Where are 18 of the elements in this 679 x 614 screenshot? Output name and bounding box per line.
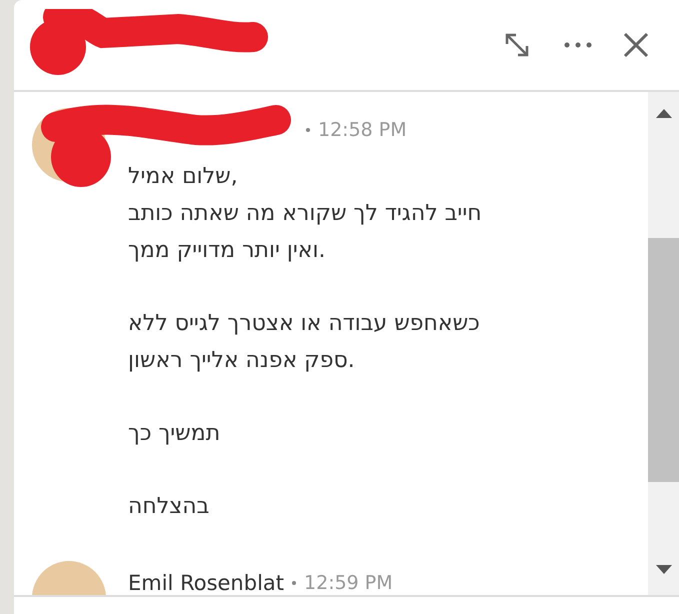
message-line: תמשיך כך xyxy=(128,421,220,446)
message-line: ואין יותר מדוייק ממך. xyxy=(128,238,326,263)
message-time: 12:58 PM xyxy=(318,119,407,141)
scrollbar[interactable] xyxy=(648,92,679,595)
separator-dot xyxy=(292,581,296,585)
scroll-up-icon[interactable] xyxy=(656,108,672,118)
more-icon xyxy=(563,41,593,49)
message-line: בהצלחה xyxy=(128,494,210,519)
message-line: חייב להגיד לך שקורא מה שאתה כותב xyxy=(128,201,482,226)
message-line: כשאחפש עבודה או אצטרך לגייס ללא xyxy=(128,311,480,336)
sender-name: Emil Rosenblat xyxy=(128,571,284,595)
scrollbar-thumb[interactable] xyxy=(648,238,679,482)
message-line: ספק אפנה אלייך ראשון. xyxy=(128,348,355,373)
separator-dot xyxy=(306,128,310,132)
message-line: שלום אמיל, xyxy=(128,164,238,189)
scroll-down-icon[interactable] xyxy=(656,565,672,575)
message-time: 12:59 PM xyxy=(304,572,393,594)
close-icon xyxy=(623,32,649,58)
